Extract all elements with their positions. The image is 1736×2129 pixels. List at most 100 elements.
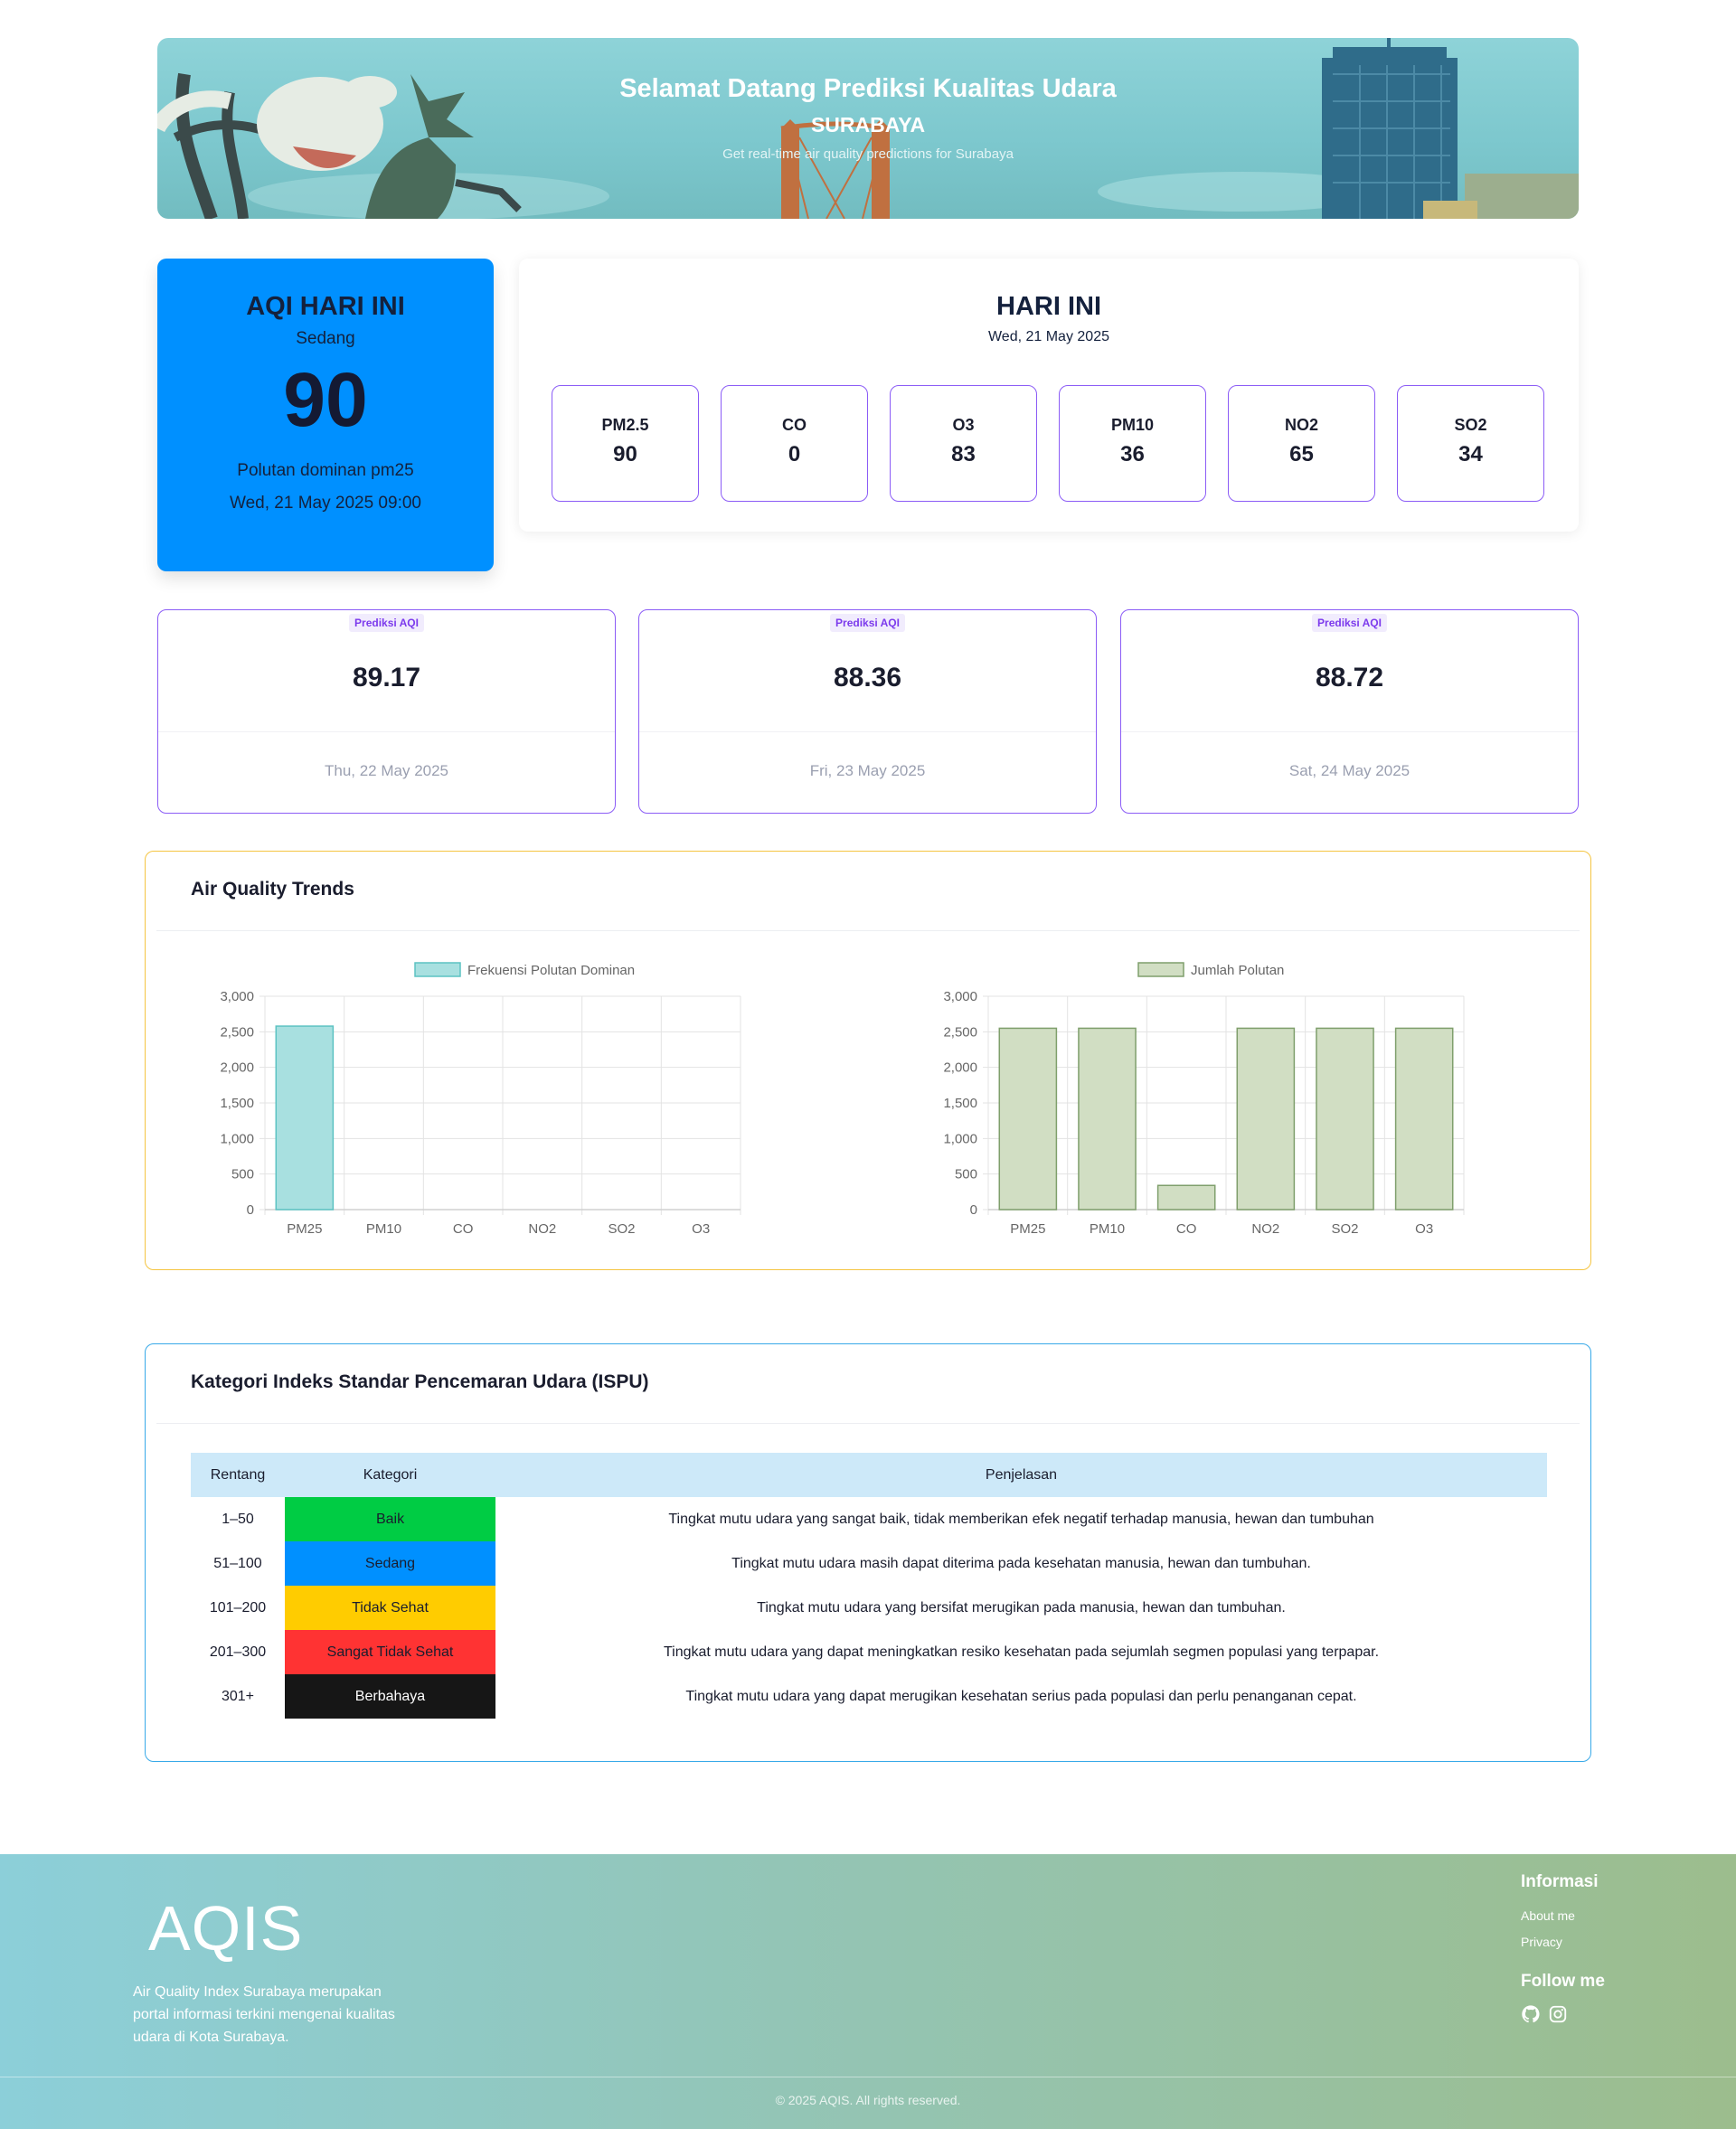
- instagram-icon[interactable]: [1548, 2004, 1568, 2024]
- prediction-card: Prediksi AQI 89.17 Thu, 22 May 2025: [157, 609, 616, 814]
- divider: [156, 930, 1580, 931]
- legend-label: Frekuensi Polutan Dominan: [467, 963, 635, 978]
- pollutant-name: PM2.5: [601, 416, 649, 434]
- divider: [156, 1423, 1580, 1424]
- prediction-badge: Prediksi AQI: [349, 614, 424, 632]
- copyright: © 2025 AQIS. All rights reserved.: [775, 2093, 961, 2107]
- aqi-today-title: AQI HARI INI: [246, 292, 405, 321]
- y-tick-label: 3,000: [220, 989, 254, 1004]
- description-cell: Tingkat mutu udara yang dapat merugikan …: [685, 1688, 1357, 1704]
- y-tick-label: 500: [955, 1167, 977, 1182]
- x-tick-label: NO2: [528, 1221, 556, 1237]
- pollutant-name: CO: [782, 416, 807, 434]
- x-tick-label: O3: [692, 1221, 710, 1237]
- prediction-date: Sat, 24 May 2025: [1288, 762, 1410, 779]
- table-header-row: Rentang Kategori Penjelasan: [191, 1453, 1547, 1497]
- pollutant-value: 83: [951, 442, 976, 466]
- aqi-value: 90: [283, 357, 368, 442]
- hero-title: Selamat Datang Prediksi Kualitas Udara: [619, 74, 1117, 103]
- divider: [639, 731, 1096, 732]
- y-tick-label: 3,000: [943, 989, 977, 1004]
- dominant-pollutant: Polutan dominan pm25: [237, 461, 414, 480]
- legend-label: Jumlah Polutan: [1191, 963, 1284, 978]
- bar: [1156, 1184, 1216, 1211]
- range-cell: 1–50: [222, 1511, 254, 1527]
- category-cell: Sangat Tidak Sehat: [285, 1630, 495, 1674]
- bar: [1316, 1027, 1374, 1211]
- today-card: HARI INI Wed, 21 May 2025 PM2.5 90 CO 0 …: [519, 259, 1579, 532]
- hero-banner: Selamat Datang Prediksi Kualitas Udara S…: [157, 38, 1579, 219]
- bar: [275, 1025, 335, 1211]
- prediction-date: Thu, 22 May 2025: [324, 762, 449, 779]
- prediction-card: Prediksi AQI 88.36 Fri, 23 May 2025: [638, 609, 1097, 814]
- description-cell: Tingkat mutu udara masih dapat diterima …: [731, 1555, 1311, 1571]
- today-date: Wed, 21 May 2025: [987, 329, 1109, 344]
- column-header-description: Penjelasan: [495, 1453, 1547, 1497]
- pollutant-card: PM10 36: [1059, 385, 1206, 502]
- table-row: 201–300 Sangat Tidak Sehat Tingkat mutu ud…: [191, 1630, 1547, 1674]
- aqi-category: Sedang: [296, 329, 355, 348]
- category-cell: Sedang: [285, 1541, 495, 1586]
- pollutant-list: PM2.5 90 CO 0 O3 83 PM10 36 NO2 65 SO2 3…: [552, 385, 1544, 502]
- hero-city: SURABAYA: [810, 113, 926, 137]
- about-me-link[interactable]: About me: [1521, 1908, 1575, 1923]
- ispu-category-card: Kategori Indeks Standar Pencemaran Udara…: [145, 1343, 1591, 1762]
- table-row: 51–100 Sedang Tingkat mutu udara masih dap…: [191, 1541, 1547, 1586]
- divider: [1121, 731, 1578, 732]
- range-cell: 301+: [221, 1688, 255, 1704]
- prediction-value: 88.36: [833, 663, 902, 692]
- y-tick-label: 2,500: [220, 1024, 254, 1040]
- x-tick-label: PM10: [366, 1221, 401, 1237]
- y-tick-label: 2,000: [943, 1060, 977, 1076]
- privacy-link[interactable]: Privacy: [1521, 1935, 1562, 1949]
- x-tick-label: CO: [1176, 1221, 1197, 1237]
- y-tick-label: 1,500: [943, 1096, 977, 1111]
- prediction-badge: Prediksi AQI: [1312, 614, 1387, 632]
- pollutant-card: CO 0: [721, 385, 868, 502]
- divider: [158, 731, 615, 732]
- pollutant-name: PM10: [1110, 416, 1155, 434]
- x-tick-label: O3: [1415, 1221, 1433, 1237]
- y-tick-label: 0: [247, 1202, 254, 1218]
- today-title: HARI INI: [996, 292, 1101, 321]
- x-tick-label: SO2: [608, 1221, 635, 1237]
- category-cell: Tidak Sehat: [285, 1586, 495, 1630]
- bar: [1078, 1027, 1137, 1211]
- bar: [1394, 1027, 1454, 1211]
- legend-swatch: [414, 962, 461, 977]
- aqi-today-card: AQI HARI INI Sedang 90 Polutan dominan p…: [157, 259, 494, 571]
- description-cell: Tingkat mutu udara yang dapat meningkatk…: [663, 1644, 1380, 1660]
- footer-about: Air Quality Index Surabaya merupakan por…: [133, 1984, 395, 2045]
- range-cell: 201–300: [209, 1644, 267, 1660]
- hero-subtitle: Get real-time air quality predictions fo…: [722, 146, 1014, 162]
- footer-follow-title: Follow me: [1521, 1972, 1605, 1991]
- category-cell: Berbahaya: [285, 1674, 495, 1719]
- range-cell: 51–100: [213, 1555, 262, 1571]
- y-tick-label: 500: [231, 1167, 254, 1182]
- x-tick-label: PM25: [287, 1221, 322, 1237]
- prediction-value: 88.72: [1315, 663, 1384, 692]
- footer-logo: AQIS: [148, 1893, 304, 1964]
- x-tick-label: PM25: [1010, 1221, 1045, 1237]
- pollutant-card: NO2 65: [1228, 385, 1375, 502]
- pollutant-value: 36: [1120, 442, 1145, 466]
- bar: [998, 1027, 1058, 1211]
- github-icon[interactable]: [1521, 2004, 1541, 2024]
- prediction-value: 89.17: [352, 663, 421, 692]
- y-tick-label: 2,000: [220, 1060, 254, 1076]
- air-quality-trends-card: Air Quality Trends Frekuensi Polutan Dom…: [145, 851, 1591, 1270]
- footer: AQIS Air Quality Index Surabaya merupaka…: [0, 1854, 1736, 2129]
- y-tick-label: 1,000: [220, 1131, 254, 1146]
- pollutant-value: 34: [1458, 442, 1483, 466]
- pollutant-value: 90: [613, 442, 637, 466]
- x-tick-label: CO: [453, 1221, 473, 1237]
- pollutant-name: NO2: [1284, 416, 1318, 434]
- pollutant-card: SO2 34: [1397, 385, 1544, 502]
- x-tick-label: NO2: [1251, 1221, 1279, 1237]
- table-row: 1–50 Baik Tingkat mutu udara yang sangat b…: [191, 1497, 1547, 1541]
- x-tick-label: PM10: [1090, 1221, 1125, 1237]
- bar: [1236, 1027, 1296, 1211]
- y-tick-label: 0: [970, 1202, 977, 1218]
- column-header-category: Kategori: [285, 1453, 495, 1497]
- prediction-card: Prediksi AQI 88.72 Sat, 24 May 2025: [1120, 609, 1579, 814]
